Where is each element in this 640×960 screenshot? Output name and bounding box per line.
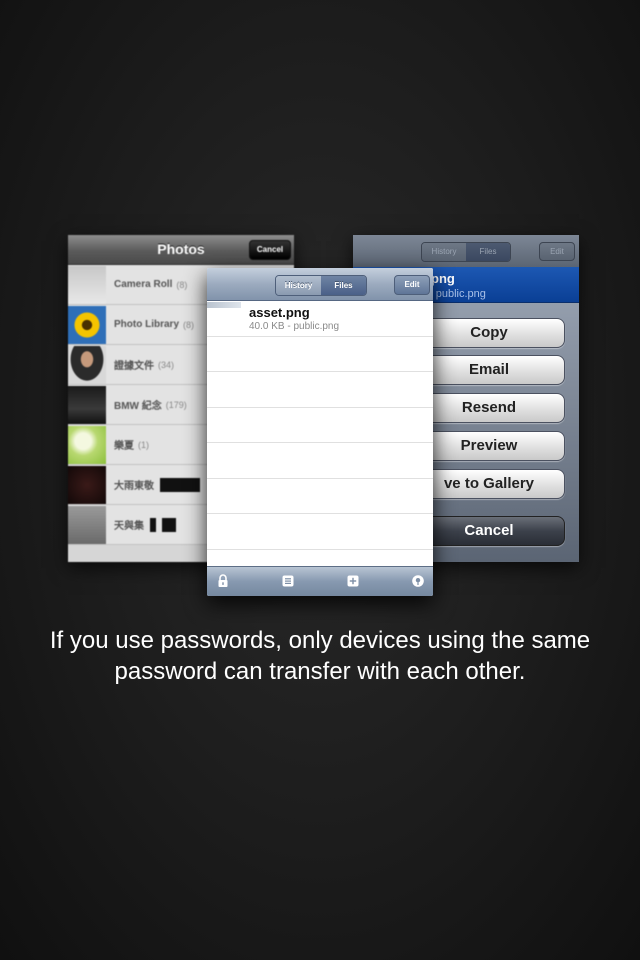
file-row[interactable]: asset.png 40.0 KB - public.png (207, 301, 433, 337)
caption-line-2: password can transfer with each other. (114, 658, 526, 685)
action-edit-button[interactable]: Edit (539, 242, 575, 261)
album-thumbnail (68, 265, 106, 304)
lock-icon[interactable] (216, 574, 230, 588)
history-files-segmented-control: History Files (421, 242, 511, 262)
promo-screen: Photos Cancel Camera Roll (8) Photo Libr… (0, 0, 640, 960)
album-name: 大雨東敬 (114, 481, 154, 492)
album-thumbnail (68, 505, 106, 544)
album-name: Photo Library (114, 319, 180, 330)
empty-row (207, 372, 433, 408)
selected-file-name: png (431, 271, 455, 286)
empty-row (207, 443, 433, 479)
action-cancel-button[interactable]: Cancel (413, 516, 565, 546)
album-thumbnail (68, 425, 106, 464)
caption-line-1: If you use passwords, only devices using… (49, 627, 591, 654)
album-thumbnail (68, 345, 106, 384)
photos-cancel-button[interactable]: Cancel (249, 240, 291, 260)
email-button[interactable]: Email (413, 355, 565, 385)
location-icon[interactable] (411, 574, 425, 588)
album-count: (8) (183, 319, 195, 330)
tab-history[interactable]: History (422, 243, 466, 261)
file-thumbnail (207, 302, 241, 308)
tab-files[interactable]: Files (321, 276, 366, 295)
photos-nav-bar: Photos Cancel (68, 235, 294, 265)
preview-button[interactable]: Preview (413, 431, 565, 461)
album-name: 證據文件 (114, 361, 154, 372)
album-name: Camera Roll (114, 279, 173, 290)
redacted-block (160, 477, 200, 492)
promo-caption: If you use passwords, only devices using… (20, 625, 620, 687)
files-toolbar (207, 566, 433, 596)
tab-history[interactable]: History (276, 276, 321, 295)
save-to-gallery-button[interactable]: ve to Gallery (413, 469, 565, 499)
resend-button[interactable]: Resend (413, 393, 565, 423)
file-meta: 40.0 KB - public.png (249, 321, 340, 332)
files-screen-card: History Files Edit asset.png 40.0 KB - p… (207, 268, 433, 596)
tab-files[interactable]: Files (466, 243, 510, 261)
album-count: (179) (165, 399, 187, 410)
empty-row (207, 479, 433, 514)
album-name: 樂夏 (114, 441, 134, 452)
album-count: (1) (138, 439, 149, 450)
redacted-block (150, 517, 156, 532)
redacted-block (162, 517, 176, 532)
album-thumbnail (68, 305, 106, 344)
file-name: asset.png (249, 305, 310, 320)
empty-row (207, 514, 433, 550)
album-count: (34) (158, 359, 175, 370)
files-edit-button[interactable]: Edit (394, 275, 430, 295)
album-name: BMW 紀念 (114, 401, 162, 412)
history-files-segmented-control: History Files (275, 275, 367, 296)
add-icon[interactable] (346, 574, 360, 588)
list-icon[interactable] (281, 574, 295, 588)
album-thumbnail (68, 385, 106, 424)
album-thumbnail (68, 465, 106, 504)
file-list: asset.png 40.0 KB - public.png (207, 301, 433, 550)
selected-file-meta: - public.png (429, 288, 486, 300)
copy-button[interactable]: Copy (413, 318, 565, 348)
album-count: (8) (176, 279, 188, 290)
empty-row (207, 337, 433, 372)
empty-row (207, 408, 433, 443)
album-name: 天與集 (114, 521, 144, 532)
action-nav-bar: History Files Edit (353, 235, 579, 267)
files-nav-bar: History Files Edit (207, 268, 433, 301)
